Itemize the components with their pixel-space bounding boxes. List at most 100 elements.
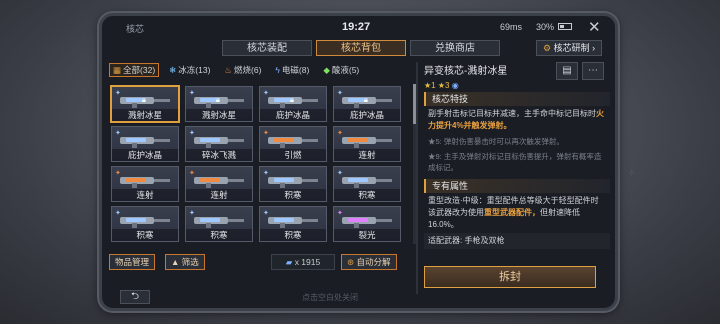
exclusive-attribute-description: 重型改造·中级：重型配件总等级大于轻型配件时该武器改为使用重型武器配件，但射速降… [424,193,610,233]
element-tag-icon: ✦ [263,90,269,97]
lock-icon: 🔒︎ [216,97,220,104]
core-research-button[interactable]: ⚙ 核芯研制 › [536,40,603,56]
core-item[interactable]: ✦ 连射 [111,166,179,202]
unseal-button[interactable]: 拆封 [424,266,596,288]
weapon-core-icon [120,177,170,188]
weapon-core-icon [194,137,244,148]
battery-level: 30% [536,22,555,32]
skill-note-star9: ★9: 主手及弹射对标记目标伤害提升，弹射有概率造成标记。 [428,152,602,172]
element-tag-icon: ✦ [189,130,195,137]
core-item-label: 碎冰飞溅 [186,149,252,161]
core-item[interactable]: ✦ 碎冰飞溅 [185,126,253,162]
lock-icon: 🔒︎ [290,97,294,104]
core-skill-header: 核芯特技 [424,92,610,106]
material-count: ▰ x 1915 [271,254,335,270]
filter-burn-label: 燃烧(6) [234,65,262,75]
material-icon: ▰ [285,257,293,267]
close-icon[interactable]: ✕ [588,18,601,36]
more-options-icon[interactable]: ⋯ [582,62,604,80]
core-research-label: 核芯研制 › [553,43,596,53]
back-button[interactable]: ⮌ [120,290,150,304]
lock-icon: 🔒︎ [364,97,368,104]
core-skill-description: 副手射击标记目标并减速，主手命中标记目标时火力提升4%并触发弹射。 [424,106,610,134]
element-tag-icon: ✦ [263,170,269,177]
exclusive-attribute-header: 专有属性 [424,179,610,193]
item-management-button[interactable]: 物品管理 [109,254,156,270]
star-level-icon: ★3 [437,81,450,90]
core-item[interactable]: 🔒︎ ✦ 庇护冰晶 [333,86,401,122]
core-item[interactable]: ✦ 引燃 [259,126,327,162]
filter-burn[interactable]: ♨ 燃烧(6) [220,63,265,77]
weapon-core-icon [194,217,244,228]
core-item[interactable]: ✦ 庇护冰晶 [111,126,179,162]
core-item-label: 溅射冰星 [112,109,178,121]
core-item[interactable]: ✦ 连射 [333,126,401,162]
filter-electro[interactable]: ϟ 电磁(8) [271,63,313,77]
core-window: 核芯 19:27 69ms 30% ✕ 核芯装配 核芯背包 兑换商店 ⚙ 核芯研… [99,13,618,311]
core-item-label: 积寒 [334,189,400,201]
core-item-label: 积寒 [186,229,252,241]
weapon-core-icon [342,137,392,148]
skill-desc-part1: 副手射击标记目标并减速，主手命中标记目标时 [428,109,596,118]
filter-all-label: 全部(32) [123,65,156,75]
element-tag-icon: ✦ [115,210,121,217]
element-tag-icon: ✦ [115,90,121,97]
core-item-label: 连射 [186,189,252,201]
weapon-core-icon [342,217,392,228]
filter-button[interactable]: ▲ 筛选 [165,254,205,270]
attr-desc-highlight: 重型武器配件， [484,208,540,217]
tab-core-assembly[interactable]: 核芯装配 [222,40,312,56]
grid-icon: ▦ [113,65,122,75]
core-item[interactable]: ✦ 积寒 [333,166,401,202]
lightning-icon: ϟ [275,65,280,75]
snowflake-icon: ❄ [169,65,177,75]
core-item-label: 溅射冰星 [186,109,252,121]
core-item-label: 积寒 [112,229,178,241]
star-rank-icon: ★1 [424,81,436,90]
window-title: 核芯 [126,24,145,34]
background-decoration: ⁘ [628,168,636,178]
element-tag-icon: ✦ [115,170,121,177]
filter-freeze[interactable]: ❄ 冰冻(13) [165,63,214,77]
weapon-core-icon [120,137,170,148]
core-item[interactable]: ✦ 积寒 [259,166,327,202]
filter-freeze-label: 冰冻(13) [178,65,211,75]
core-item-label: 积寒 [260,189,326,201]
core-item[interactable]: 🔒︎ ✦ 溅射冰星 [111,86,179,122]
gear-icon: ⚙ [543,43,552,53]
skill-note-star5: ★5: 弹射伤害暴击时可以再次触发弹射。 [428,137,564,146]
clock: 19:27 [342,21,371,33]
element-tag-icon: ✦ [263,210,269,217]
auto-dismantle-button[interactable]: ⊛ 自动分解 [341,254,397,270]
filter-acid[interactable]: ◆ 酸液(5) [319,63,363,77]
dismantle-icon: ⊛ [347,257,355,267]
panel-divider [416,62,418,294]
element-badge-icon: ◉ [451,81,459,90]
core-grid: 🔒︎ ✦ 溅射冰星 🔒︎ ✦ 溅射冰星 🔒︎ ✦ 庇护冰晶 🔒︎ ✦ 庇护冰晶 ✦ 庇护冰晶 ✦ 碎冰飞溅 ✦ 引… [109,84,407,244]
tab-exchange-shop[interactable]: 兑换商店 [410,40,500,56]
core-item[interactable]: ✦ 积寒 [259,206,327,242]
weapon-core-icon [268,137,318,148]
core-stars: ★1 ★3 ◉ [424,81,610,90]
element-tag-icon: ✦ [337,170,343,177]
core-item-label: 庇护冰晶 [334,109,400,121]
auto-dismantle-label: 自动分解 [356,257,391,267]
tab-core-backpack[interactable]: 核芯背包 [316,40,406,56]
filter-all[interactable]: ▦ 全部(32) [109,63,160,77]
document-icon[interactable]: ▤ [556,62,578,80]
core-item[interactable]: ✦ 连射 [185,166,253,202]
element-tag-icon: ✦ [337,90,343,97]
element-tag-icon: ✦ [189,210,195,217]
inventory-bottom-bar: 物品管理 ▲ 筛选 ▰ x 1915 ⊛ 自动分解 [109,254,409,272]
filter-bar: ▦ 全部(32) ❄ 冰冻(13) ♨ 燃烧(6) ϟ 电磁(8) ◆ 酸液(5) [109,62,413,78]
compatible-weapon: 适配武器: 手枪及双枪 [424,233,610,249]
core-item[interactable]: ✦ 积寒 [185,206,253,242]
core-item[interactable]: 🔒︎ ✦ 庇护冰晶 [259,86,327,122]
element-tag-icon: ✦ [263,130,269,137]
core-item[interactable]: ✦ 裂光 [333,206,401,242]
element-tag-icon: ✦ [115,130,121,137]
core-item[interactable]: 🔒︎ ✦ 溅射冰星 [185,86,253,122]
element-tag-icon: ✦ [189,170,195,177]
core-item[interactable]: ✦ 积寒 [111,206,179,242]
inventory-panel: ▦ 全部(32) ❄ 冰冻(13) ♨ 燃烧(6) ϟ 电磁(8) ◆ 酸液(5) 🔒︎ ✦… [109,62,416,294]
